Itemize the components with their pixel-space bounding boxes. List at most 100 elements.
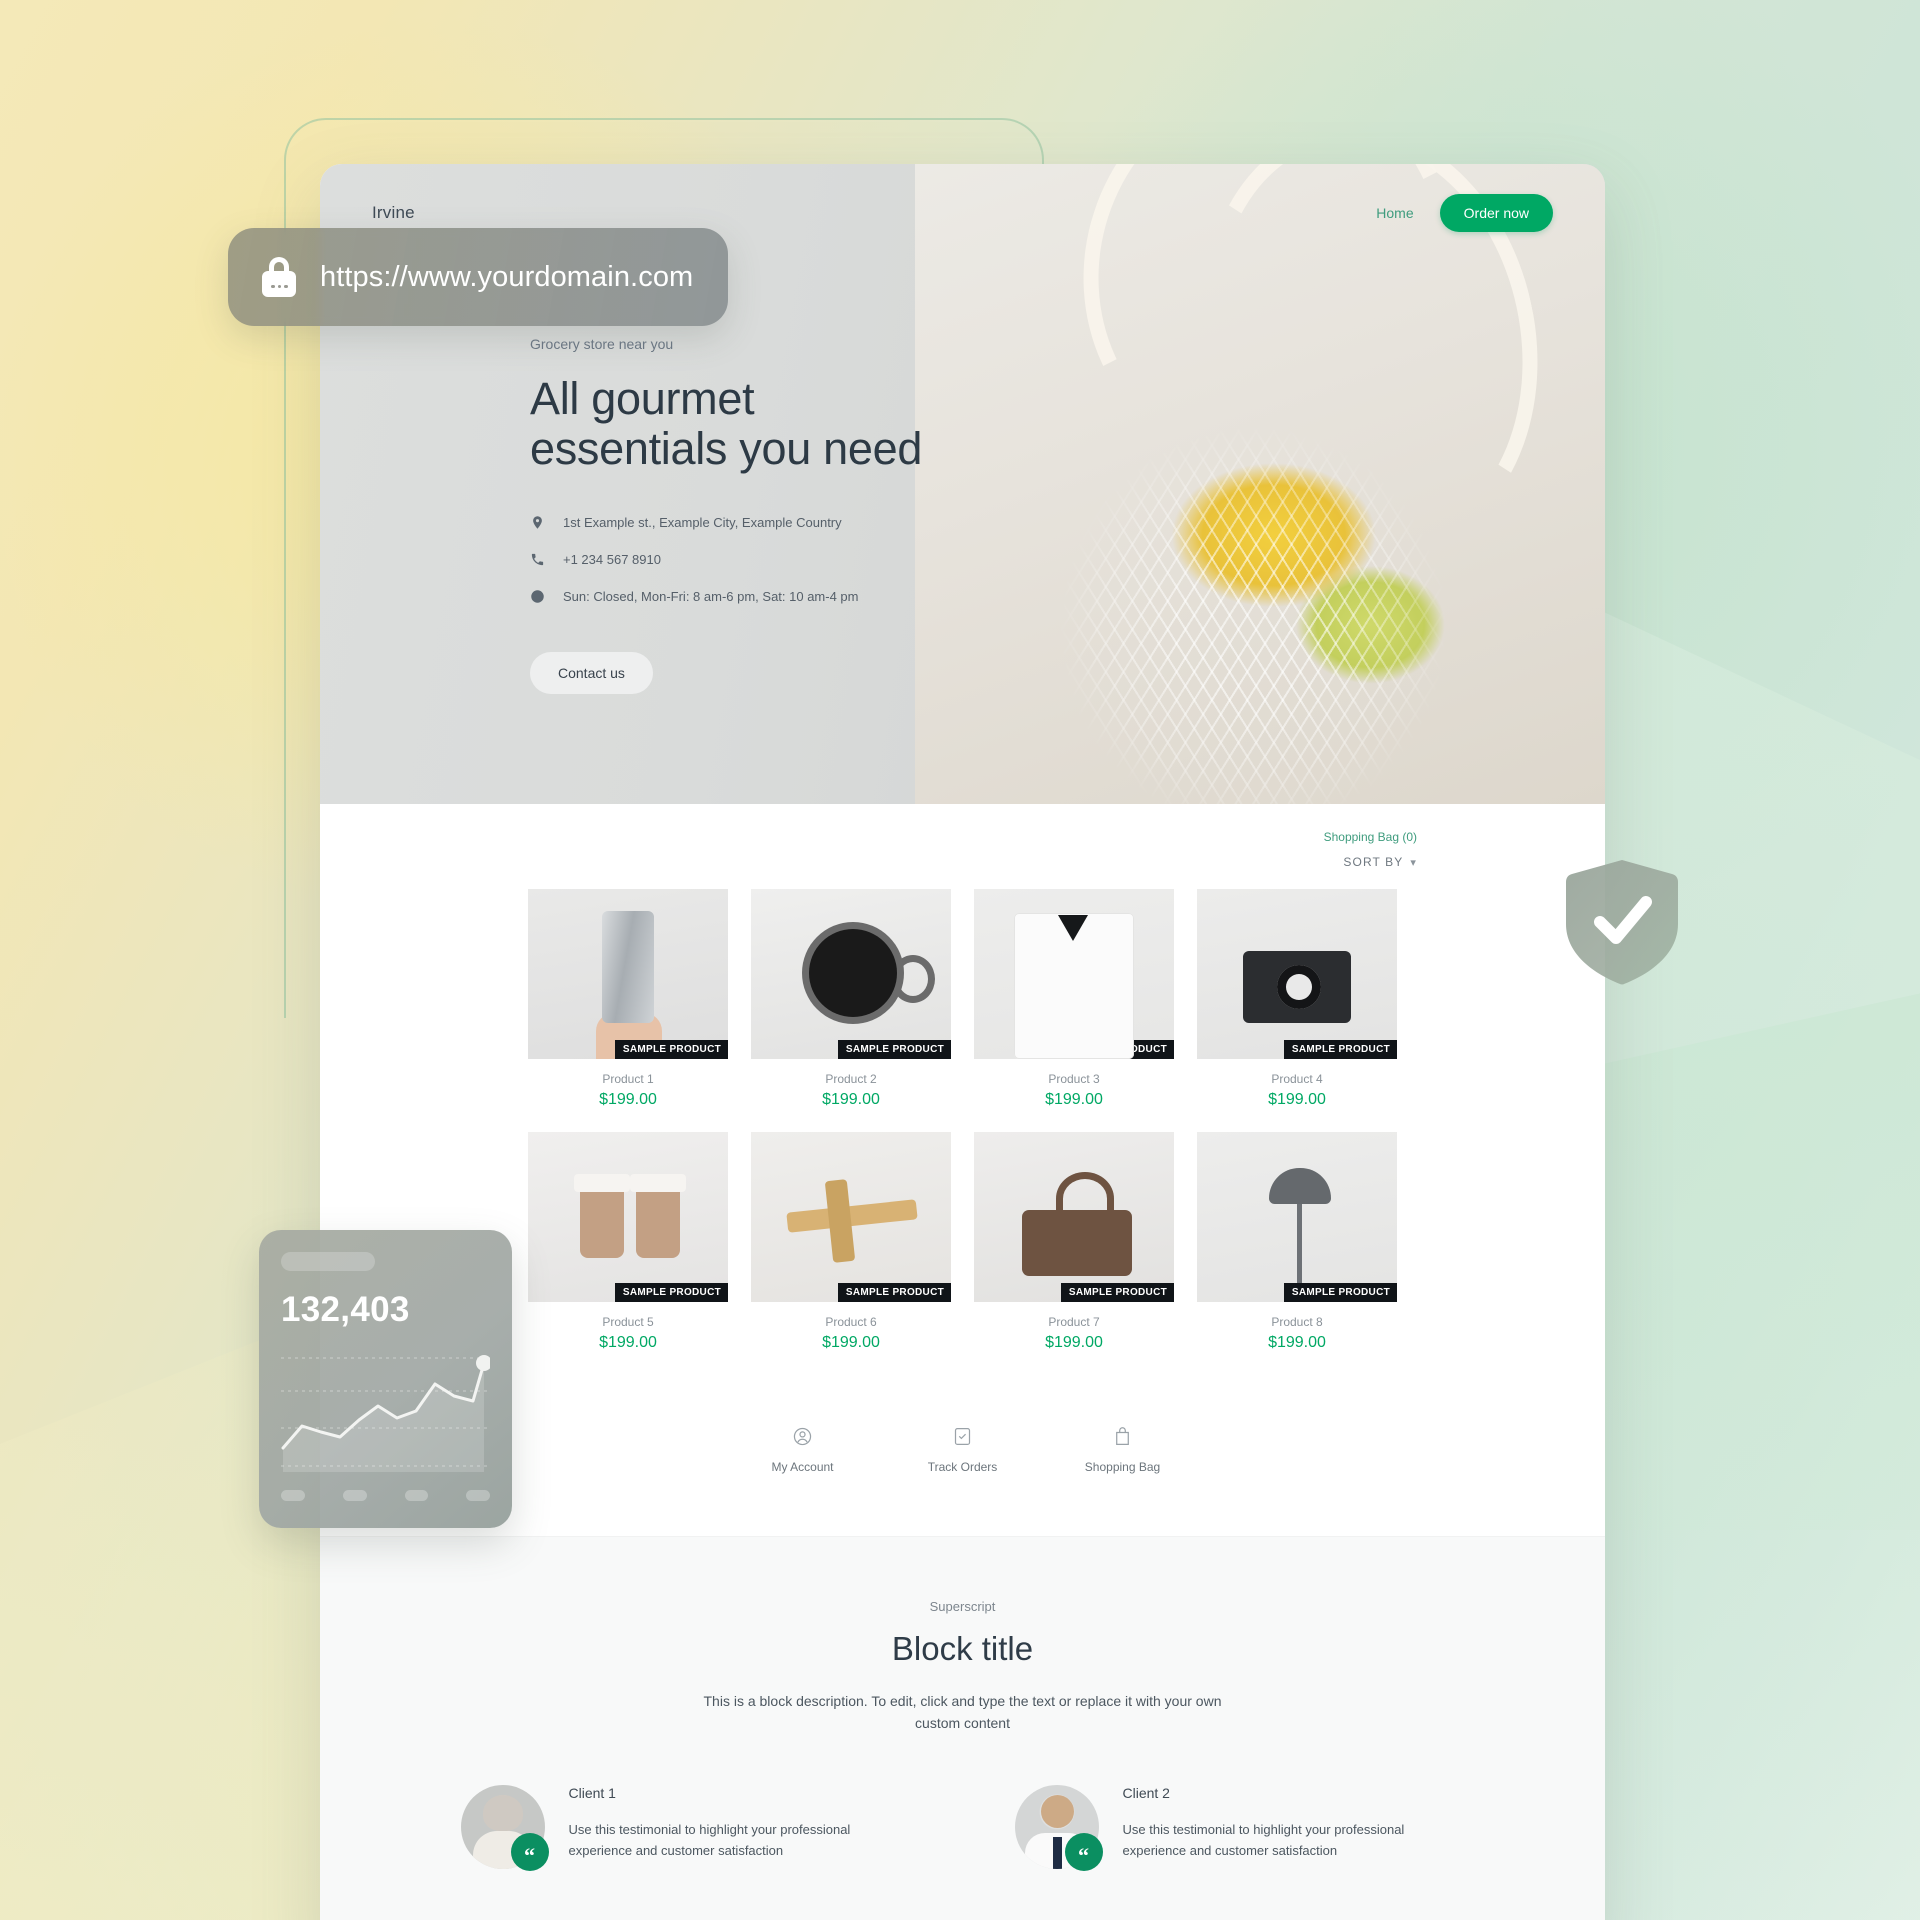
block-description: This is a block description. To edit, cl… bbox=[703, 1693, 1222, 1732]
stats-card-axis-placeholders bbox=[281, 1490, 490, 1501]
website-preview-window: Irvine Home Order now Grocery store near… bbox=[320, 164, 1605, 1920]
sample-product-badge: SAMPLE PRODUCT bbox=[1060, 1040, 1174, 1059]
quote-badge: “ bbox=[1064, 1832, 1103, 1871]
product-image[interactable]: SAMPLE PRODUCT bbox=[751, 889, 951, 1059]
product-image[interactable]: SAMPLE PRODUCT bbox=[974, 1132, 1174, 1302]
quote-badge: “ bbox=[510, 1832, 549, 1871]
product-name: Product 8 bbox=[1271, 1315, 1323, 1329]
product-price: $199.00 bbox=[1268, 1334, 1326, 1351]
block-superscript: Superscript bbox=[929, 1599, 996, 1614]
hero-hours-row: Sun: Closed, Mon-Fri: 8 am-6 pm, Sat: 10… bbox=[530, 589, 960, 604]
hero-title: All gourmet essentials you need bbox=[530, 373, 960, 475]
footer-link-label: Track Orders bbox=[927, 1460, 998, 1474]
product-name: Product 4 bbox=[1271, 1072, 1323, 1086]
product-price: $199.00 bbox=[599, 1334, 657, 1351]
sparkline-chart bbox=[281, 1350, 490, 1476]
phone-icon bbox=[530, 552, 545, 567]
testimonial-body: Client 2 Use this testimonial to highlig… bbox=[1123, 1785, 1465, 1869]
avatar-wrapper: “ bbox=[460, 1784, 549, 1871]
hero-address-text: 1st Example st., Example City, Example C… bbox=[563, 514, 842, 530]
footer-link-my-account[interactable]: My Account bbox=[751, 1426, 855, 1474]
lock-icon bbox=[262, 257, 296, 297]
hero-copy: Grocery store near you All gourmet essen… bbox=[320, 232, 960, 694]
product-card[interactable]: SAMPLE PRODUCT Product 8 $199.00 bbox=[1197, 1132, 1397, 1352]
shopping-bag-icon bbox=[1112, 1427, 1133, 1451]
testimonial-item: “ Client 1 Use this testimonial to highl… bbox=[460, 1784, 911, 1871]
brand-logo[interactable]: Irvine bbox=[372, 203, 415, 223]
stats-value: 132,403 bbox=[281, 1290, 410, 1329]
product-image[interactable]: SAMPLE PRODUCT bbox=[1197, 1132, 1397, 1302]
product-name: Product 6 bbox=[825, 1315, 877, 1329]
order-now-button[interactable]: Order now bbox=[1439, 194, 1553, 232]
contact-us-button[interactable]: Contact us bbox=[530, 651, 653, 694]
product-card[interactable]: SAMPLE PRODUCT Product 7 $199.00 bbox=[974, 1132, 1174, 1352]
user-circle-icon bbox=[792, 1427, 813, 1451]
sample-product-badge: SAMPLE PRODUCT bbox=[837, 1040, 951, 1059]
product-name: Product 7 bbox=[1048, 1315, 1100, 1329]
footer-link-label: My Account bbox=[771, 1460, 834, 1474]
product-card[interactable]: SAMPLE PRODUCT Product 5 $199.00 bbox=[528, 1132, 728, 1352]
hero-address-row: 1st Example st., Example City, Example C… bbox=[530, 515, 960, 530]
testimonial-name: Client 1 bbox=[568, 1784, 616, 1801]
product-card[interactable]: SAMPLE PRODUCT Product 2 $199.00 bbox=[751, 889, 951, 1109]
testimonial-text: Use this testimonial to highlight your p… bbox=[568, 1821, 851, 1859]
product-price: $199.00 bbox=[1045, 1334, 1103, 1351]
hero-phone-text: +1 234 567 8910 bbox=[563, 551, 661, 567]
sample-product-badge: SAMPLE PRODUCT bbox=[1060, 1283, 1174, 1302]
clock-icon bbox=[530, 589, 545, 604]
product-card[interactable]: SAMPLE PRODUCT Product 3 $199.00 bbox=[974, 889, 1174, 1109]
primary-nav: Home Order now bbox=[1376, 194, 1553, 232]
chart-area-fill bbox=[283, 1363, 484, 1472]
product-name: Product 5 bbox=[602, 1315, 654, 1329]
footer-link-track-orders[interactable]: Track Orders bbox=[911, 1426, 1015, 1474]
hero-eyebrow: Grocery store near you bbox=[530, 336, 674, 352]
map-pin-icon bbox=[530, 515, 545, 530]
chart-end-point bbox=[476, 1355, 490, 1371]
product-price: $199.00 bbox=[599, 1091, 657, 1108]
nav-link-home[interactable]: Home bbox=[1376, 205, 1413, 221]
stats-card-title-placeholder bbox=[281, 1252, 375, 1271]
trust-badge-overlay bbox=[1562, 858, 1682, 986]
sample-product-badge: SAMPLE PRODUCT bbox=[614, 1283, 728, 1302]
shop-toolbar: Shopping Bag (0) SORT BY ▾ bbox=[320, 830, 1605, 871]
chevron-down-icon: ▾ bbox=[1410, 856, 1417, 869]
testimonial-name: Client 2 bbox=[1122, 1784, 1170, 1801]
sample-product-badge: SAMPLE PRODUCT bbox=[1283, 1040, 1397, 1059]
testimonial-text: Use this testimonial to highlight your p… bbox=[1122, 1821, 1405, 1859]
product-card[interactable]: SAMPLE PRODUCT Product 4 $199.00 bbox=[1197, 889, 1397, 1109]
product-card[interactable]: SAMPLE PRODUCT Product 6 $199.00 bbox=[751, 1132, 951, 1352]
hero-title-line-1: All gourmet bbox=[530, 373, 755, 424]
product-name: Product 1 bbox=[602, 1072, 654, 1086]
product-image[interactable]: SAMPLE PRODUCT bbox=[528, 889, 728, 1059]
necktie-detail bbox=[1052, 1836, 1062, 1869]
shop-section: Shopping Bag (0) SORT BY ▾ SAMPLE PRODUC… bbox=[320, 804, 1605, 1536]
sort-by-dropdown[interactable]: SORT BY ▾ bbox=[1343, 855, 1417, 869]
product-price: $199.00 bbox=[1268, 1091, 1326, 1108]
product-image[interactable]: SAMPLE PRODUCT bbox=[528, 1132, 728, 1302]
product-price: $199.00 bbox=[822, 1091, 880, 1108]
hero-hours-text: Sun: Closed, Mon-Fri: 8 am-6 pm, Sat: 10… bbox=[563, 588, 859, 604]
product-image[interactable]: SAMPLE PRODUCT bbox=[1197, 889, 1397, 1059]
sort-by-label: SORT BY bbox=[1343, 855, 1404, 869]
sample-product-badge: SAMPLE PRODUCT bbox=[1283, 1283, 1397, 1302]
testimonial-body: Client 1 Use this testimonial to highlig… bbox=[569, 1785, 911, 1869]
product-price: $199.00 bbox=[822, 1334, 880, 1351]
shop-footer-links: My Account Track Orders Shopping Bag bbox=[320, 1426, 1605, 1536]
hero-photo bbox=[915, 164, 1605, 804]
product-card[interactable]: SAMPLE PRODUCT Product 1 $199.00 bbox=[528, 889, 728, 1109]
hero-section: Irvine Home Order now Grocery store near… bbox=[320, 164, 1605, 804]
product-image[interactable]: SAMPLE PRODUCT bbox=[974, 889, 1174, 1059]
content-block-section: Superscript Block title This is a block … bbox=[320, 1536, 1605, 1920]
shopping-bag-link[interactable]: Shopping Bag (0) bbox=[320, 830, 1417, 844]
avatar-wrapper: “ bbox=[1014, 1784, 1103, 1871]
product-name: Product 2 bbox=[825, 1072, 877, 1086]
footer-link-label: Shopping Bag bbox=[1084, 1460, 1161, 1474]
hero-title-line-2: essentials you need bbox=[530, 423, 923, 475]
product-name: Product 3 bbox=[1048, 1072, 1100, 1086]
footer-link-shopping-bag[interactable]: Shopping Bag bbox=[1071, 1426, 1175, 1474]
product-image[interactable]: SAMPLE PRODUCT bbox=[751, 1132, 951, 1302]
block-title: Block title bbox=[891, 1630, 1034, 1667]
shield-check-icon bbox=[1566, 860, 1678, 985]
site-header: Irvine Home Order now bbox=[320, 164, 1605, 232]
stats-card-overlay: 132,403 bbox=[259, 1230, 512, 1528]
